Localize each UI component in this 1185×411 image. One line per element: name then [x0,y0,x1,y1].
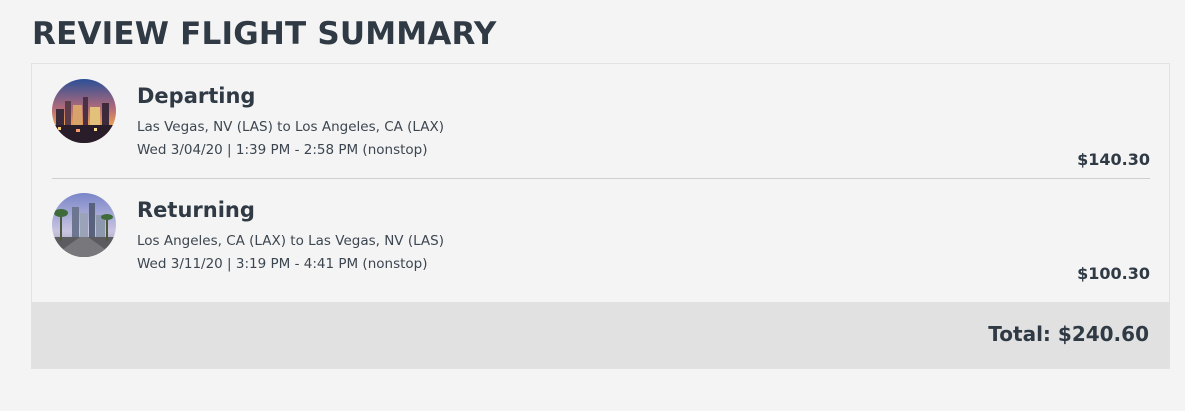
total-bar: Total: $240.60 [32,302,1169,368]
flight-row-returning: Returning Los Angeles, CA (LAX) to Las V… [52,178,1150,292]
page-title: REVIEW FLIGHT SUMMARY [32,16,497,52]
los-angeles-photo [52,193,116,257]
flight-label: Departing [137,84,256,108]
flight-row-departing: Departing Las Vegas, NV (LAS) to Los Ang… [52,64,1150,179]
flight-route: Las Vegas, NV (LAS) to Los Angeles, CA (… [137,119,445,135]
total-price: Total: $240.60 [988,322,1149,346]
flight-schedule: Wed 3/04/20 | 1:39 PM - 2:58 PM (nonstop… [137,142,428,158]
flight-label: Returning [137,198,255,222]
flight-summary-card: Departing Las Vegas, NV (LAS) to Los Ang… [31,63,1170,369]
flight-route: Los Angeles, CA (LAX) to Las Vegas, NV (… [137,233,445,249]
flight-price: $100.30 [1077,264,1150,283]
flight-price: $140.30 [1077,150,1150,169]
flight-schedule: Wed 3/11/20 | 3:19 PM - 4:41 PM (nonstop… [137,256,428,272]
las-vegas-photo [52,79,116,143]
